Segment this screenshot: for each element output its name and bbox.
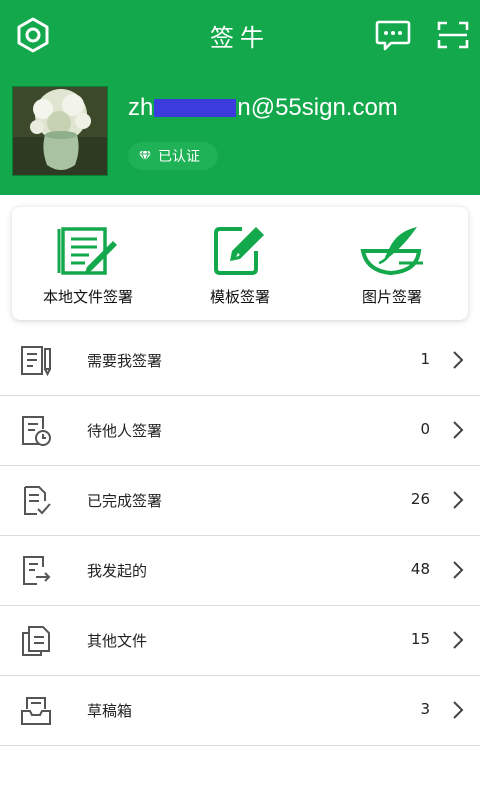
local-file-sign-button[interactable]: 本地文件签署 xyxy=(12,207,164,320)
list-item-label: 其他文件 xyxy=(87,632,148,650)
quick-sign-card: 本地文件签署 模板签署 图片签署 xyxy=(12,207,468,320)
list-item-drafts[interactable]: 草稿箱 3 xyxy=(0,676,480,746)
list-item-need-my-sign[interactable]: 需要我签署 1 xyxy=(0,326,480,396)
chevron-right-icon xyxy=(453,421,464,439)
avatar-flower-vase-image xyxy=(13,87,107,175)
document-clock-icon xyxy=(22,416,51,446)
template-sign-label: 模板签署 xyxy=(209,288,270,306)
list-item-label: 我发起的 xyxy=(87,562,148,580)
chevron-right-icon xyxy=(453,631,464,649)
list-item-label: 已完成签署 xyxy=(87,492,163,510)
chevron-right-icon xyxy=(453,351,464,369)
list-item-initiated-by-me[interactable]: 我发起的 48 xyxy=(0,536,480,606)
document-list: 需要我签署 1 待他人签署 0 已完成签署 26 我发起的 48 其他文件 15… xyxy=(0,326,480,746)
profile-header: 签牛 zh n@55sign.com 已认证 xyxy=(0,0,480,195)
diamond-icon xyxy=(138,150,152,162)
list-item-other-files[interactable]: 其他文件 15 xyxy=(0,606,480,676)
message-button[interactable] xyxy=(372,14,414,56)
image-sign-button[interactable]: 图片签署 xyxy=(316,207,468,320)
account-email: zh n@55sign.com xyxy=(128,94,398,122)
message-icon xyxy=(375,20,411,51)
local-file-sign-label: 本地文件签署 xyxy=(42,288,133,306)
inbox-tray-icon xyxy=(21,697,51,725)
list-item-label: 需要我签署 xyxy=(87,352,163,370)
documents-icon xyxy=(22,626,50,656)
chevron-right-icon xyxy=(453,701,464,719)
list-item-count: 3 xyxy=(420,700,430,718)
email-redaction xyxy=(154,99,237,117)
image-sign-label: 图片签署 xyxy=(361,288,422,306)
chevron-right-icon xyxy=(453,561,464,579)
list-item-count: 1 xyxy=(420,350,430,368)
verified-label: 已认证 xyxy=(158,149,200,165)
list-item-label: 待他人签署 xyxy=(87,422,163,440)
template-sign-button[interactable]: 模板签署 xyxy=(164,207,316,320)
avatar[interactable] xyxy=(12,86,108,176)
email-prefix: zh xyxy=(128,94,154,121)
top-bar: 签牛 xyxy=(0,0,480,70)
list-item-count: 15 xyxy=(410,630,430,648)
verified-badge: 已认证 xyxy=(128,142,218,170)
document-send-icon xyxy=(23,556,51,585)
list-item-waiting-others[interactable]: 待他人签署 0 xyxy=(0,396,480,466)
list-item-label: 草稿箱 xyxy=(87,702,133,720)
document-check-icon xyxy=(24,486,51,515)
scan-button[interactable] xyxy=(432,14,474,56)
email-suffix: n@55sign.com xyxy=(237,94,398,121)
document-pen-icon xyxy=(21,346,51,377)
scan-icon xyxy=(437,21,469,49)
local-file-sign-icon xyxy=(57,227,117,275)
list-item-count: 26 xyxy=(410,490,430,508)
list-item-completed[interactable]: 已完成签署 26 xyxy=(0,466,480,536)
template-sign-icon xyxy=(214,227,264,275)
list-item-count: 48 xyxy=(410,560,430,578)
chevron-right-icon xyxy=(453,491,464,509)
list-item-count: 0 xyxy=(420,420,430,438)
image-sign-icon xyxy=(360,227,423,276)
